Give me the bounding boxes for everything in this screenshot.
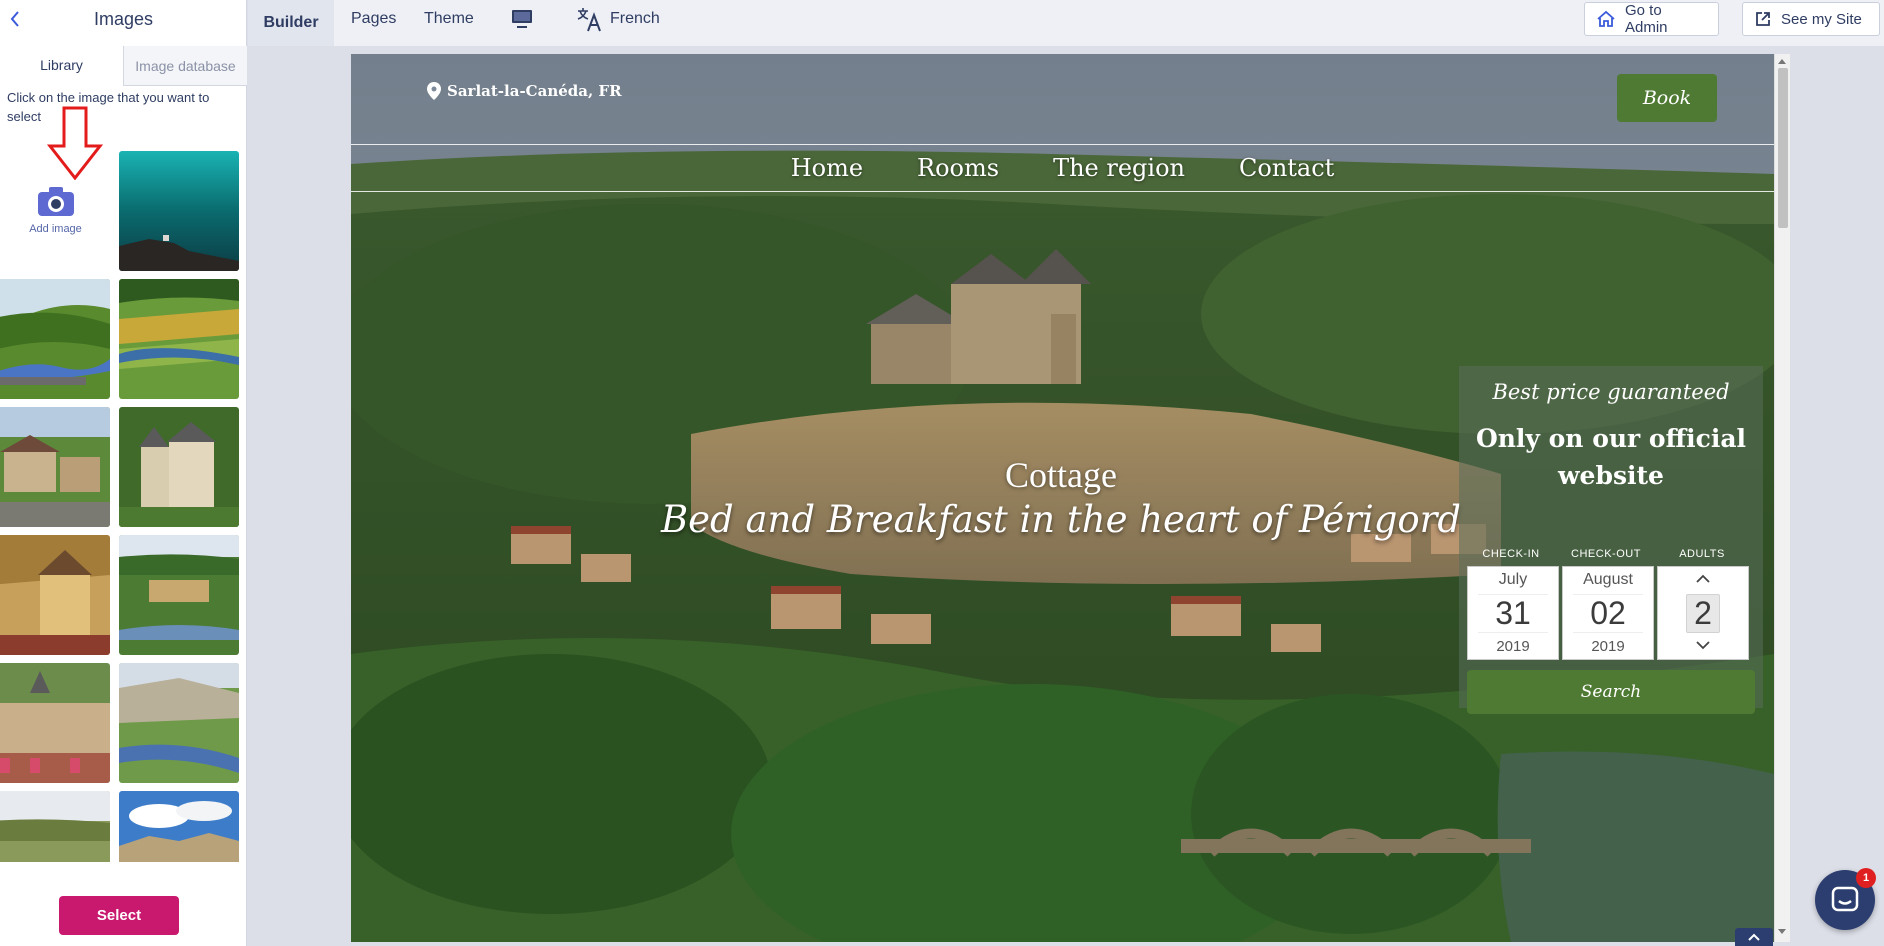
nav-home[interactable]: Home	[791, 154, 863, 182]
checkin-date-picker[interactable]: July 31 2019	[1467, 566, 1559, 660]
image-thumbnail[interactable]	[0, 535, 110, 655]
external-link-icon	[1755, 11, 1771, 27]
site-location-text: Sarlat-la-Canéda, FR	[447, 82, 622, 100]
chevron-up-icon[interactable]	[1695, 571, 1711, 589]
select-button[interactable]: Select	[59, 896, 179, 935]
booking-official: Only on our official website	[1475, 424, 1747, 490]
nav-the-region[interactable]: The region	[1053, 154, 1185, 182]
see-my-site-button[interactable]: See my Site	[1742, 2, 1880, 36]
adults-label: ADULTS	[1679, 548, 1725, 560]
checkin-month: July	[1498, 571, 1528, 588]
image-thumbnail[interactable]	[119, 535, 239, 655]
checkout-label: CHECK-OUT	[1571, 548, 1641, 560]
back-to-top-button[interactable]	[1735, 928, 1773, 946]
go-to-admin-label: Go to Admin	[1625, 2, 1668, 36]
site-location: Sarlat-la-Canéda, FR	[427, 82, 622, 100]
checkin-label: CHECK-IN	[1482, 548, 1540, 560]
see-my-site-label: See my Site	[1781, 10, 1862, 28]
image-thumbnail[interactable]	[0, 791, 110, 862]
nav-contact[interactable]: Contact	[1239, 154, 1334, 182]
panel-hint: Click on the image that you want to sele…	[7, 90, 210, 124]
hero-tagline: Bed and Breakfast in the heart of Périgo…	[660, 498, 1462, 541]
image-thumbnail[interactable]	[119, 151, 239, 271]
tab-image-database[interactable]: Image database	[123, 46, 247, 85]
chat-notification-badge: 1	[1856, 868, 1876, 888]
desktop-icon[interactable]	[510, 0, 534, 38]
nav-rooms[interactable]: Rooms	[917, 154, 999, 182]
image-thumbnail[interactable]	[0, 663, 110, 783]
image-thumbnail[interactable]	[119, 791, 239, 862]
image-thumbnail[interactable]	[119, 279, 239, 399]
search-button[interactable]: Search	[1467, 670, 1755, 714]
image-thumbnail[interactable]	[0, 279, 110, 399]
panel-title: Images	[93, 8, 154, 29]
image-picker-panel: Images Library Image database Click on t…	[0, 0, 247, 946]
adults-stepper[interactable]: 2	[1657, 566, 1749, 660]
book-button[interactable]: Book	[1617, 74, 1717, 122]
go-to-admin-button[interactable]: Go to Admin	[1584, 2, 1719, 36]
scrollbar-thumb[interactable]	[1778, 68, 1788, 228]
map-pin-icon	[427, 82, 441, 100]
chevron-down-icon[interactable]	[1695, 637, 1711, 655]
translate-icon	[577, 8, 601, 32]
checkin-year: 2019	[1496, 638, 1530, 655]
checkout-year: 2019	[1591, 638, 1625, 655]
tab-theme[interactable]: Theme	[424, 0, 474, 38]
image-grid	[0, 150, 247, 862]
tab-library[interactable]: Library	[0, 46, 123, 86]
checkin-day: 31	[1478, 594, 1548, 633]
panel-tabs: Library Image database	[0, 46, 247, 86]
back-icon[interactable]	[6, 8, 24, 30]
checkout-date-picker[interactable]: August 02 2019	[1562, 566, 1654, 660]
checkout-day: 02	[1573, 594, 1643, 633]
tab-builder[interactable]: Builder	[248, 0, 334, 46]
booking-promo: Best price guaranteed	[1492, 380, 1730, 404]
checkout-month: August	[1583, 571, 1633, 588]
scroll-up-icon[interactable]	[1776, 56, 1788, 66]
builder-toolbar: Builder Pages Theme French Go to Admin S…	[248, 0, 1884, 46]
panel-header: Images	[0, 0, 247, 38]
hero-title: Cottage	[1005, 455, 1117, 495]
booking-widget: Best price guaranteed Only on our offici…	[1459, 366, 1763, 714]
tab-pages[interactable]: Pages	[351, 0, 396, 38]
preview-scrollbar[interactable]	[1774, 54, 1790, 942]
chat-icon	[1831, 886, 1859, 912]
language-selector[interactable]: French	[576, 0, 660, 38]
image-thumbnail[interactable]	[119, 663, 239, 783]
chevron-up-icon	[1748, 933, 1760, 941]
image-thumbnail[interactable]	[119, 407, 239, 527]
adults-count: 2	[1686, 593, 1720, 633]
scroll-down-icon[interactable]	[1776, 927, 1788, 937]
site-preview: Sarlat-la-Canéda, FR Book Home Rooms The…	[351, 54, 1774, 942]
home-icon	[1597, 10, 1615, 28]
image-thumbnail[interactable]	[0, 407, 110, 527]
language-label: French	[610, 10, 660, 27]
site-navigation: Home Rooms The region Contact	[351, 144, 1774, 192]
